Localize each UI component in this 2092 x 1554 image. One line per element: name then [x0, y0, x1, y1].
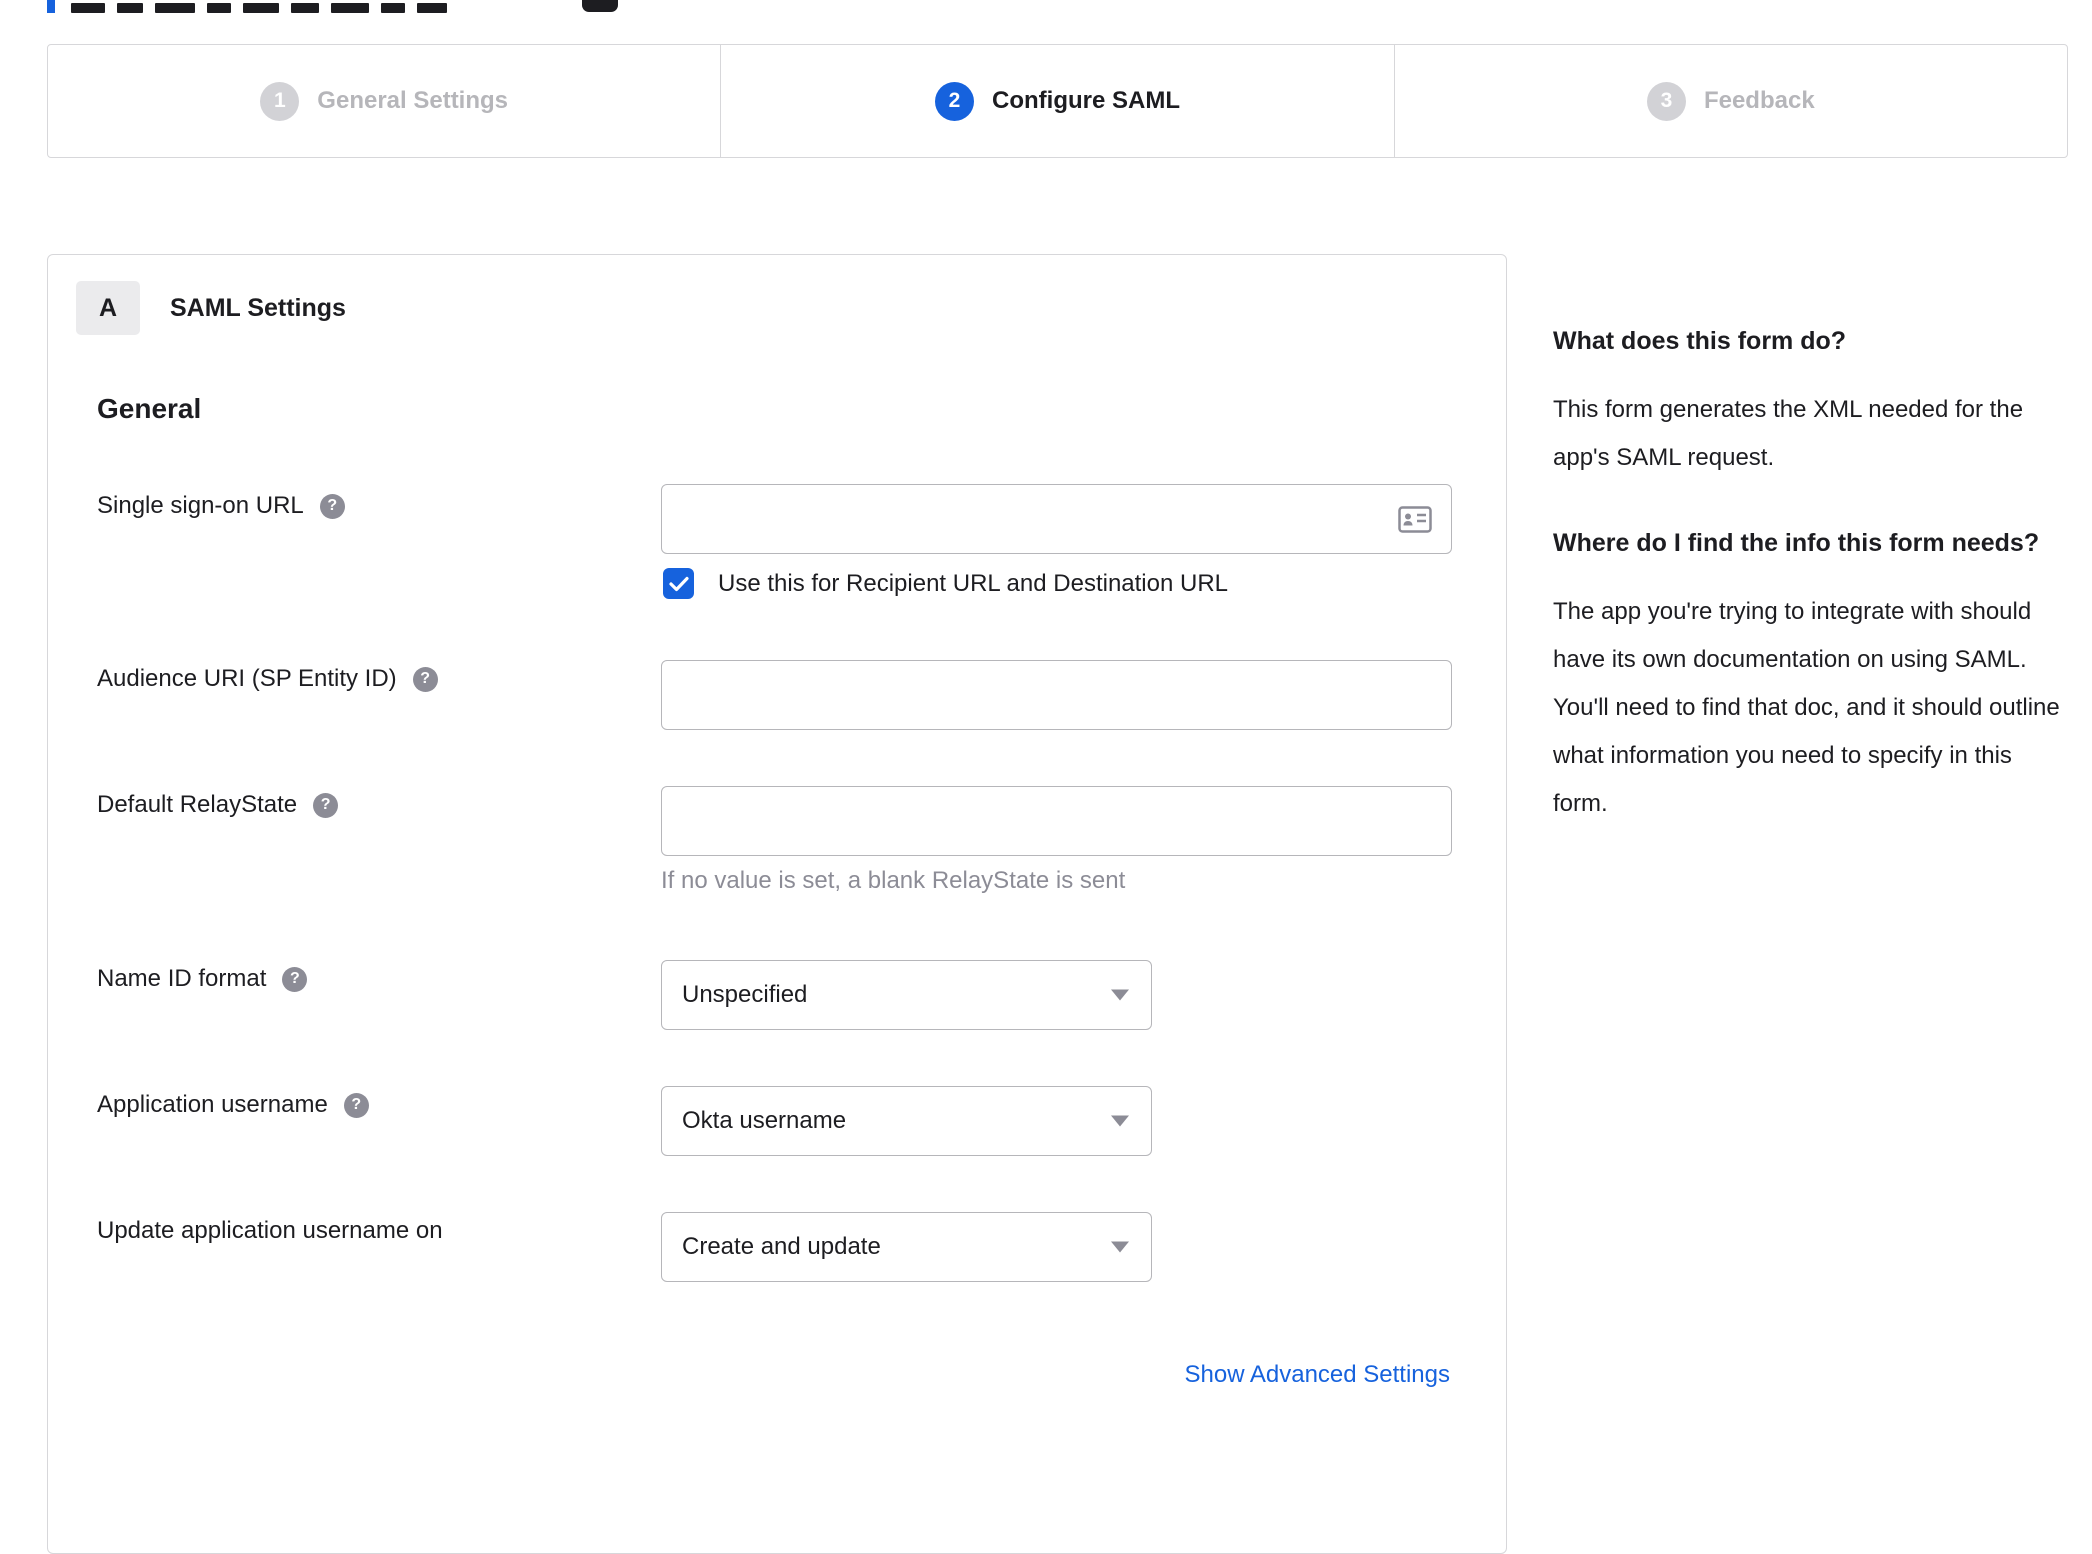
relay-state-help-icon[interactable]: ?	[313, 792, 339, 818]
clipped-page-title	[47, 0, 667, 13]
app-username-select[interactable]: Okta username	[661, 1086, 1152, 1156]
help-sidebar: What does this form do? This form genera…	[1553, 322, 2065, 870]
app-username-label-row: Application username ?	[97, 1090, 369, 1120]
update-username-label-row: Update application username on	[97, 1216, 443, 1246]
step-configure-saml[interactable]: 2 Configure SAML	[720, 45, 1393, 157]
help-heading-2: Where do I find the info this form needs…	[1553, 529, 2040, 557]
update-username-value: Create and update	[682, 1233, 881, 1260]
relay-state-input[interactable]	[661, 786, 1452, 856]
name-id-format-value: Unspecified	[682, 981, 808, 1008]
chevron-down-icon	[1111, 1241, 1129, 1253]
chevron-down-icon	[1111, 989, 1129, 1001]
update-username-label: Update application username on	[97, 1217, 443, 1244]
relay-state-label: Default RelayState	[97, 791, 298, 818]
audience-uri-label: Audience URI (SP Entity ID)	[97, 665, 397, 692]
relay-state-label-row: Default RelayState ?	[97, 790, 339, 820]
step-1-circle: 1	[260, 81, 300, 121]
address-card-icon	[1398, 506, 1432, 538]
app-username-value: Okta username	[682, 1107, 847, 1134]
step-general-settings[interactable]: 1 General Settings	[48, 45, 720, 157]
sso-url-label: Single sign-on URL	[97, 492, 304, 519]
step-feedback[interactable]: 3 Feedback	[1393, 45, 2067, 157]
audience-uri-label-row: Audience URI (SP Entity ID) ?	[97, 664, 438, 694]
chevron-down-icon	[1111, 1115, 1129, 1127]
clipped-title-icon	[582, 0, 618, 12]
audience-uri-input[interactable]	[661, 660, 1452, 730]
name-id-format-select[interactable]: Unspecified	[661, 960, 1152, 1030]
saml-settings-panel: A SAML Settings General Single sign-on U…	[47, 254, 1507, 1554]
name-id-format-label: Name ID format	[97, 965, 267, 992]
step-2-circle: 2	[935, 81, 974, 121]
app-username-help-icon[interactable]: ?	[343, 1092, 369, 1118]
clipped-title-accent	[47, 0, 55, 13]
sso-url-help-icon[interactable]: ?	[319, 493, 345, 519]
recipient-url-checkbox-label[interactable]: Use this for Recipient URL and Destinati…	[718, 568, 1228, 599]
help-heading-1: What does this form do?	[1553, 327, 1847, 355]
audience-uri-help-icon[interactable]: ?	[412, 666, 438, 692]
step-3-label: Feedback	[1703, 87, 1815, 114]
section-a-badge: A	[76, 281, 140, 335]
panel-title: SAML Settings	[170, 293, 346, 322]
recipient-url-checkbox[interactable]	[663, 568, 694, 599]
help-body-1: This form generates the XML needed for t…	[1553, 396, 2024, 471]
step-1-label: General Settings	[317, 87, 509, 114]
general-section-title: General	[97, 393, 202, 424]
sso-url-input[interactable]	[661, 484, 1452, 554]
name-id-format-label-row: Name ID format ?	[97, 964, 308, 994]
step-3-circle: 3	[1646, 81, 1686, 121]
checkmark-icon	[668, 576, 689, 591]
update-username-select[interactable]: Create and update	[661, 1212, 1152, 1282]
name-id-format-help-icon[interactable]: ?	[282, 966, 308, 992]
app-username-label: Application username	[97, 1091, 328, 1118]
relay-state-hint: If no value is set, a blank RelayState i…	[661, 867, 1126, 894]
step-2-label: Configure SAML	[992, 87, 1180, 114]
sso-url-label-row: Single sign-on URL ?	[97, 491, 345, 521]
show-advanced-settings-link[interactable]: Show Advanced Settings	[1184, 1361, 1450, 1389]
wizard-stepper: 1 General Settings 2 Configure SAML 3 Fe…	[47, 44, 2068, 158]
help-body-2: The app you're trying to integrate with …	[1553, 598, 2060, 817]
